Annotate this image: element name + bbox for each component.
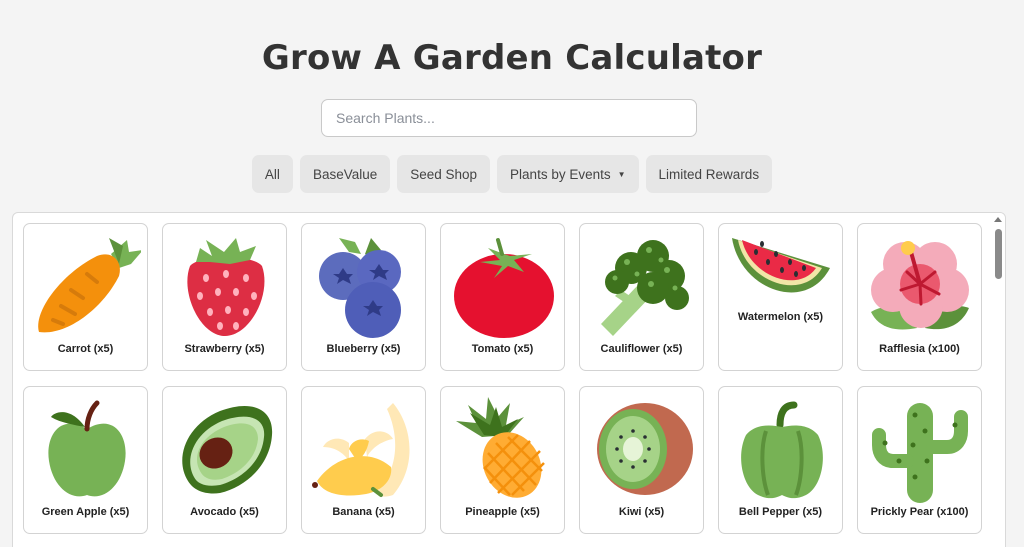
page-title: Grow A Garden Calculator	[261, 38, 763, 78]
plant-name: Bell Pepper (x5)	[738, 506, 823, 518]
banana-icon	[312, 403, 410, 497]
plant-card[interactable]: Kiwi (x5)	[579, 386, 704, 534]
plant-card[interactable]: Rafflesia (x100)	[857, 223, 982, 371]
blueberry-icon	[319, 238, 401, 338]
scroll-up-arrow-icon[interactable]	[994, 217, 1002, 222]
filter-label: Seed Shop	[410, 166, 478, 182]
scrollbar-thumb[interactable]	[995, 229, 1002, 279]
plant-grid: Carrot (x5) Strawberry (x5) Blueberry (x…	[23, 223, 982, 534]
plant-name: Watermelon (x5)	[737, 311, 824, 323]
avocado-icon	[182, 405, 273, 494]
plant-name: Avocado (x5)	[190, 506, 259, 518]
plant-card[interactable]: Prickly Pear (x100)	[857, 386, 982, 534]
plant-card[interactable]: Strawberry (x5)	[162, 223, 287, 371]
scrollbar[interactable]	[991, 213, 1005, 547]
plant-card[interactable]: Banana (x5)	[301, 386, 426, 534]
filter-label: BaseValue	[312, 166, 378, 182]
plant-name: Kiwi (x5)	[618, 506, 665, 518]
plant-name: Green Apple (x5)	[41, 506, 130, 518]
plant-card[interactable]: Watermelon (x5)	[718, 223, 843, 371]
plants-panel: Carrot (x5) Strawberry (x5) Blueberry (x…	[12, 212, 1006, 547]
filter-label: Limited Rewards	[658, 166, 760, 182]
plant-card[interactable]: Avocado (x5)	[162, 386, 287, 534]
caret-down-icon: ▼	[617, 169, 626, 179]
filter-all-button[interactable]: All	[251, 155, 293, 193]
plant-card[interactable]: Cauliflower (x5)	[579, 223, 704, 371]
filter-seed-shop-button[interactable]: Seed Shop	[397, 155, 491, 193]
strawberry-icon	[187, 238, 265, 336]
filter-label: All	[264, 166, 280, 182]
carrot-icon	[38, 238, 141, 333]
hibiscus-icon	[871, 241, 969, 330]
filter-plants-by-events-dropdown[interactable]: Plants by Events ▼	[497, 155, 639, 193]
watermelon-icon	[732, 238, 830, 293]
filter-label: Plants by Events	[510, 166, 611, 182]
plant-name: Prickly Pear (x100)	[870, 506, 969, 518]
green-apple-icon	[48, 400, 126, 497]
plant-name: Cauliflower (x5)	[600, 343, 683, 355]
plant-card[interactable]: Bell Pepper (x5)	[718, 386, 843, 534]
plant-name: Blueberry (x5)	[326, 343, 401, 355]
pineapple-icon	[456, 397, 545, 498]
plant-name: Pineapple (x5)	[465, 506, 540, 518]
cactus-icon	[872, 403, 968, 503]
tomato-icon	[454, 238, 554, 338]
plant-name: Strawberry (x5)	[184, 343, 265, 355]
plant-card[interactable]: Green Apple (x5)	[23, 386, 148, 534]
plant-card[interactable]: Pineapple (x5)	[440, 386, 565, 534]
broccoli-icon	[601, 240, 689, 336]
plant-card[interactable]: Tomato (x5)	[440, 223, 565, 371]
filter-bar: All BaseValue Seed Shop Plants by Events…	[0, 155, 1024, 193]
bell-pepper-icon	[741, 401, 823, 499]
plant-name: Tomato (x5)	[471, 343, 534, 355]
plant-card[interactable]: Blueberry (x5)	[301, 223, 426, 371]
kiwi-icon	[597, 403, 693, 495]
plant-name: Carrot (x5)	[57, 343, 114, 355]
filter-limited-rewards-button[interactable]: Limited Rewards	[645, 155, 773, 193]
plant-name: Banana (x5)	[332, 506, 395, 518]
filter-basevalue-button[interactable]: BaseValue	[299, 155, 391, 193]
plant-card[interactable]: Carrot (x5)	[23, 223, 148, 371]
search-input[interactable]	[321, 99, 697, 137]
plant-name: Rafflesia (x100)	[879, 343, 960, 355]
